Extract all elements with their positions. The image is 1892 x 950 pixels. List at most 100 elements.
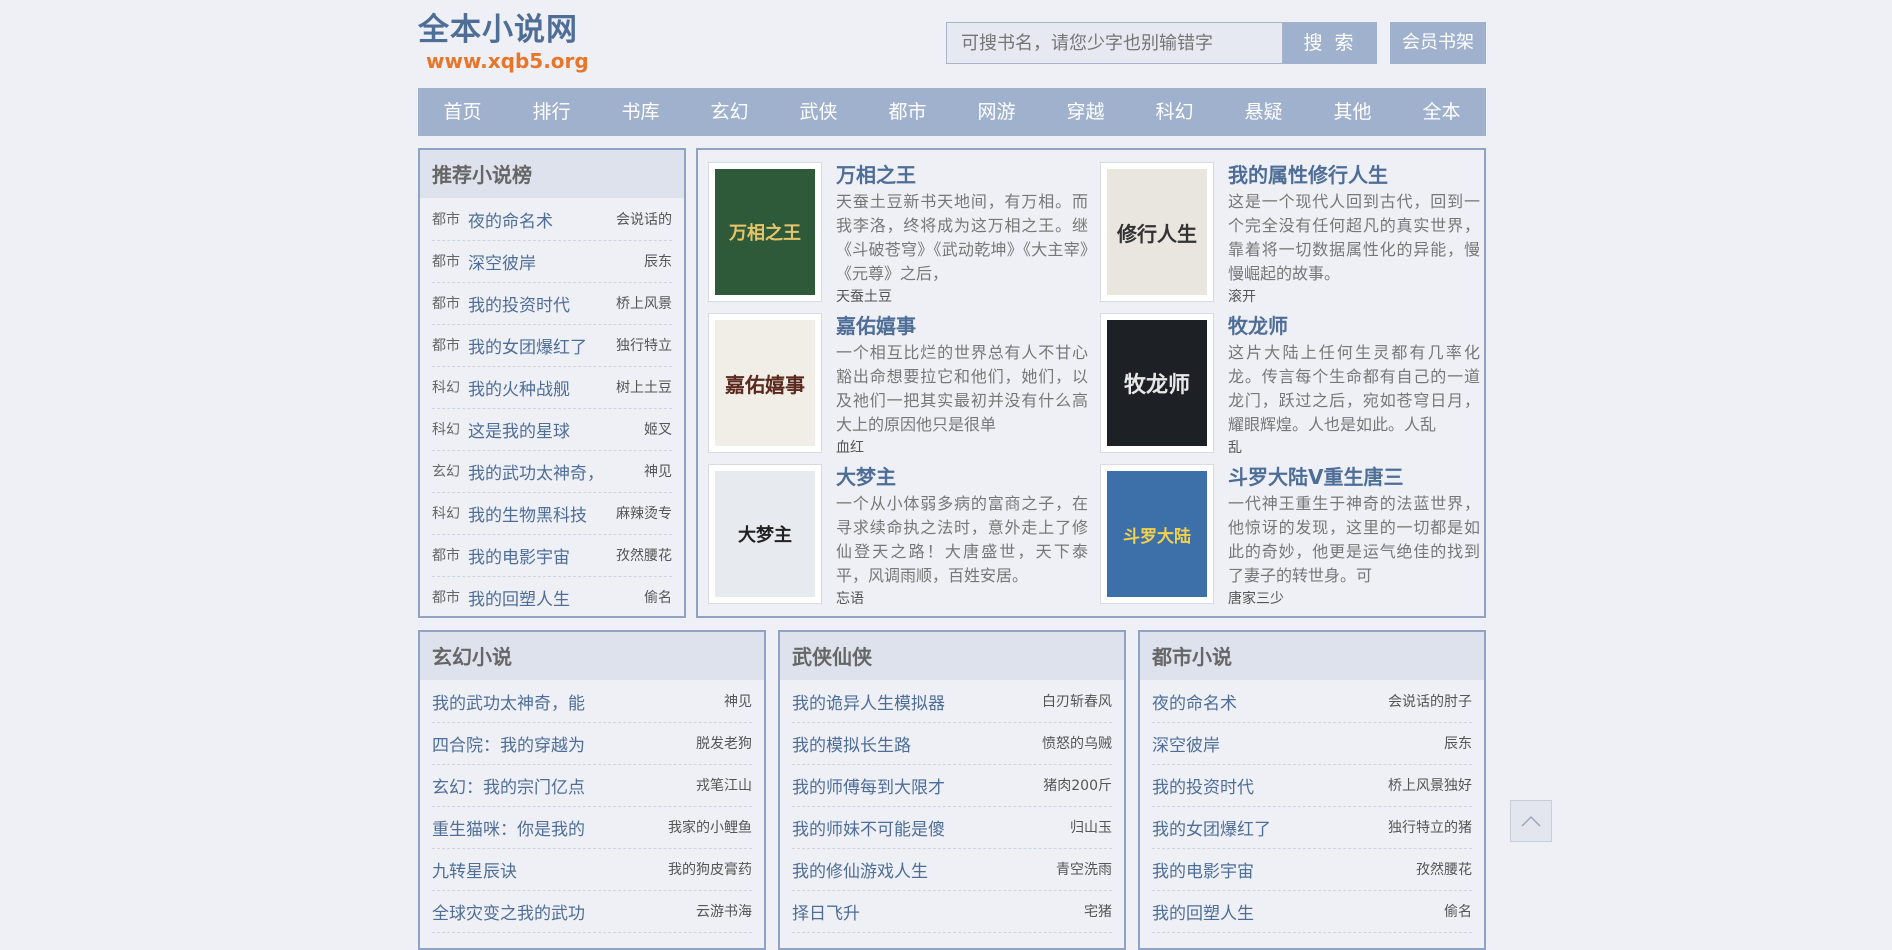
nav-rank[interactable]: 排行	[507, 88, 596, 136]
book-link[interactable]: 九转星辰诀	[432, 857, 517, 882]
book-cover[interactable]: 斗罗大陆	[1100, 464, 1214, 604]
featured-book: 修行人生 我的属性修行人生 这是一个现代人回到古代，回到一个完全没有任何超凡的真…	[1090, 162, 1480, 308]
book-link[interactable]: 我的电影宇宙	[468, 543, 616, 568]
book-link[interactable]: 四合院：我的穿越为	[432, 731, 585, 756]
book-author: 桥上风景	[616, 296, 672, 312]
book-link[interactable]: 我的生物黑科技	[468, 501, 616, 526]
book-author: 忘语	[836, 591, 864, 607]
list-item[interactable]: 都市 我的回塑人生 偷名	[432, 576, 672, 618]
list-item[interactable]: 科幻 我的火种战舰 树上土豆	[432, 366, 672, 409]
book-link[interactable]: 我的回塑人生	[1152, 899, 1254, 924]
book-title[interactable]: 万相之王	[836, 162, 916, 188]
category-tag: 都市	[432, 590, 460, 606]
list-item[interactable]: 我的回塑人生 偷名	[1152, 890, 1472, 933]
book-link[interactable]: 重生猫咪：你是我的	[432, 815, 585, 840]
nav-other[interactable]: 其他	[1308, 88, 1397, 136]
book-author: 姬叉	[644, 422, 672, 438]
book-title[interactable]: 嘉佑嬉事	[836, 313, 916, 339]
book-author: 唐家三少	[1228, 591, 1284, 607]
book-link[interactable]: 我的回塑人生	[468, 585, 644, 610]
book-cover[interactable]: 万相之王	[708, 162, 822, 302]
book-link[interactable]: 玄幻：我的宗门亿点	[432, 773, 585, 798]
book-link[interactable]: 我的模拟长生路	[792, 731, 911, 756]
list-item[interactable]: 我的电影宇宙 孜然腰花	[1152, 848, 1472, 891]
list-item[interactable]: 全球灾变之我的武功 云游书海	[432, 890, 752, 933]
list-item[interactable]: 我的修仙游戏人生 青空洗雨	[792, 848, 1112, 891]
list-item[interactable]: 我的诡异人生模拟器 白刃斩春风	[792, 680, 1112, 723]
nav-dushi[interactable]: 都市	[863, 88, 952, 136]
list-item[interactable]: 玄幻 我的武功太神奇， 神见	[432, 450, 672, 493]
list-item[interactable]: 都市 我的电影宇宙 孜然腰花	[432, 534, 672, 577]
list-item[interactable]: 我的师傅每到大限才 猪肉200斤	[792, 764, 1112, 807]
book-link[interactable]: 我的诡异人生模拟器	[792, 689, 945, 714]
book-link[interactable]: 择日飞升	[792, 899, 860, 924]
book-link[interactable]: 深空彼岸	[1152, 731, 1220, 756]
book-author: 树上土豆	[616, 380, 672, 396]
list-item[interactable]: 科幻 我的生物黑科技 麻辣烫专	[432, 492, 672, 535]
list-item[interactable]: 我的模拟长生路 愤怒的乌贼	[792, 722, 1112, 765]
site-logo[interactable]: 全本小说网 www.xqb5.org	[418, 12, 589, 74]
search-input[interactable]	[946, 22, 1283, 64]
book-title[interactable]: 斗罗大陆V重生唐三	[1228, 464, 1403, 490]
nav-xuanyi[interactable]: 悬疑	[1219, 88, 1308, 136]
list-item[interactable]: 都市 深空彼岸 辰东	[432, 240, 672, 283]
nav-wangyou[interactable]: 网游	[952, 88, 1041, 136]
book-description: 一个相互比烂的世界总有人不甘心豁出命想要拉它和他们，她们，以及祂们一把其实最初并…	[836, 343, 1088, 434]
nav-xuanhuan[interactable]: 玄幻	[685, 88, 774, 136]
site-title: 全本小说网	[418, 12, 578, 48]
book-link[interactable]: 我的修仙游戏人生	[792, 857, 928, 882]
back-to-top-button[interactable]	[1510, 800, 1552, 842]
book-author: 独行特立的猪	[1388, 820, 1472, 836]
list-item[interactable]: 我的武功太神奇，能 神见	[432, 680, 752, 723]
book-link[interactable]: 我的师傅每到大限才	[792, 773, 945, 798]
book-link[interactable]: 我的武功太神奇，能	[432, 689, 585, 714]
book-link[interactable]: 夜的命名术	[1152, 689, 1237, 714]
nav-chuanyue[interactable]: 穿越	[1041, 88, 1130, 136]
nav-home[interactable]: 首页	[418, 88, 507, 136]
book-link[interactable]: 我的武功太神奇，	[468, 459, 644, 484]
category-tag: 都市	[432, 548, 460, 564]
book-cover[interactable]: 嘉佑嬉事	[708, 313, 822, 453]
list-item[interactable]: 九转星辰诀 我的狗皮膏药	[432, 848, 752, 891]
nav-library[interactable]: 书库	[596, 88, 685, 136]
list-item[interactable]: 玄幻：我的宗门亿点 戎笔江山	[432, 764, 752, 807]
nav-kehuan[interactable]: 科幻	[1130, 88, 1219, 136]
book-link[interactable]: 我的女团爆红了	[468, 333, 616, 358]
list-item[interactable]: 夜的命名术 会说话的肘子	[1152, 680, 1472, 723]
book-author: 会说话的	[616, 212, 672, 228]
book-link[interactable]: 我的师妹不可能是傻	[792, 815, 945, 840]
list-item[interactable]: 我的女团爆红了 独行特立的猪	[1152, 806, 1472, 849]
list-item[interactable]: 我的师妹不可能是傻 归山玉	[792, 806, 1112, 849]
search-button[interactable]: 搜 索	[1283, 22, 1377, 64]
category-title: 都市小说	[1140, 632, 1484, 680]
nav-wuxia[interactable]: 武侠	[774, 88, 863, 136]
book-link[interactable]: 深空彼岸	[468, 249, 644, 274]
list-item[interactable]: 择日飞升 宅猪	[792, 890, 1112, 933]
book-link[interactable]: 我的电影宇宙	[1152, 857, 1254, 882]
book-title[interactable]: 大梦主	[836, 464, 896, 490]
list-item[interactable]: 都市 我的女团爆红了 独行特立	[432, 324, 672, 367]
book-link[interactable]: 我的火种战舰	[468, 375, 616, 400]
book-cover[interactable]: 牧龙师	[1100, 313, 1214, 453]
list-item[interactable]: 重生猫咪：你是我的 我家的小鲤鱼	[432, 806, 752, 849]
cover-art: 嘉佑嬉事	[715, 320, 815, 446]
list-item[interactable]: 科幻 这是我的星球 姬叉	[432, 408, 672, 451]
book-link[interactable]: 全球灾变之我的武功	[432, 899, 585, 924]
book-link[interactable]: 我的投资时代	[1152, 773, 1254, 798]
book-title[interactable]: 牧龙师	[1228, 313, 1288, 339]
nav-complete[interactable]: 全本	[1397, 88, 1486, 136]
book-cover[interactable]: 大梦主	[708, 464, 822, 604]
list-item[interactable]: 都市 夜的命名术 会说话的	[432, 198, 672, 241]
book-link[interactable]: 夜的命名术	[468, 207, 616, 232]
list-item[interactable]: 我的投资时代 桥上风景独好	[1152, 764, 1472, 807]
book-link[interactable]: 我的投资时代	[468, 291, 616, 316]
book-author: 乱	[1228, 440, 1242, 456]
book-title[interactable]: 我的属性修行人生	[1228, 162, 1388, 188]
book-link[interactable]: 这是我的星球	[468, 417, 644, 442]
member-shelf-button[interactable]: 会员书架	[1390, 22, 1486, 64]
list-item[interactable]: 四合院：我的穿越为 脱发老狗	[432, 722, 752, 765]
book-link[interactable]: 我的女团爆红了	[1152, 815, 1271, 840]
list-item[interactable]: 深空彼岸 辰东	[1152, 722, 1472, 765]
book-cover[interactable]: 修行人生	[1100, 162, 1214, 302]
list-item[interactable]: 都市 我的投资时代 桥上风景	[432, 282, 672, 325]
